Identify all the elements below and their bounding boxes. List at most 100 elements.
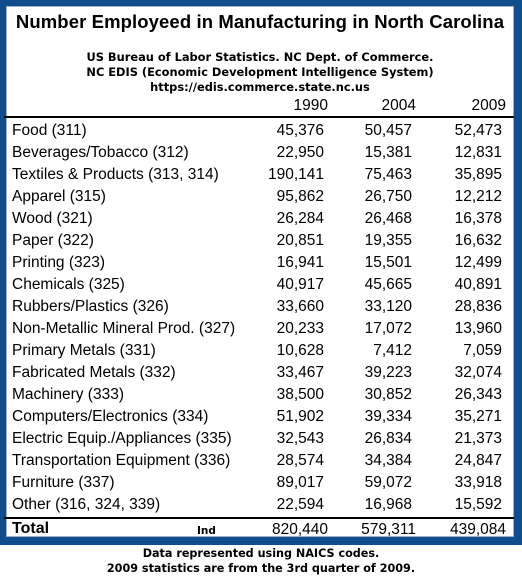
cell-2004: 39,334 (364, 408, 412, 425)
cell-1990: 45,376 (276, 122, 324, 139)
table-row: Non-Metallic Mineral Prod. (327) 20,233 17… (6, 318, 512, 340)
total-label: Total (12, 520, 50, 537)
cell-1990: 51,902 (276, 408, 324, 425)
cell-2004: 19,355 (364, 232, 412, 249)
cell-1990: 190,141 (267, 166, 324, 183)
cell-1990: 26,284 (276, 210, 324, 227)
cell-2009: 16,632 (454, 232, 502, 249)
table-row: Beverages/Tobacco (312) 22,950 15,381 12,83… (6, 142, 512, 164)
page-title: Number Employeed in Manufacturing in Nor… (15, 11, 505, 32)
cell-1990: 33,467 (276, 364, 324, 381)
row-label: Textiles & Products (313, 314) (12, 166, 219, 183)
table-frame: Number Employeed in Manufacturing in Nor… (0, 0, 522, 545)
cell-2004: 17,072 (364, 320, 412, 337)
cell-2009: 26,343 (454, 386, 502, 403)
table-row: Rubbers/Plastics (326) 33,660 33,120 28,836 (6, 296, 512, 318)
row-label: Other (316, 324, 339) (12, 496, 161, 513)
table-row: Apparel (315) 95,862 26,750 12,212 (6, 186, 512, 208)
table-row: Wood (321) 26,284 26,468 16,378 (6, 208, 512, 230)
cell-2009: 52,473 (454, 122, 502, 139)
cell-2004: 15,381 (364, 144, 412, 161)
total-1990: 820,440 (271, 521, 328, 538)
row-label: Fabricated Metals (332) (12, 364, 176, 381)
cell-1990: 20,851 (276, 232, 324, 249)
cell-2009: 35,271 (454, 408, 502, 425)
total-2009: 439,084 (449, 521, 506, 538)
table-row: Textiles & Products (313, 314) 190,141 75,… (6, 164, 512, 186)
row-label: Furniture (337) (12, 474, 115, 491)
cell-2009: 15,592 (454, 496, 502, 513)
table-body: Food (311) 45,376 50,457 52,473 Beverages/To… (6, 120, 512, 516)
total-row: Total Ind 820,440 579,311 439,084 (4, 517, 514, 541)
table-row: Chemicals (325) 40,917 45,665 40,891 (6, 274, 512, 296)
cell-2004: 50,457 (364, 122, 412, 139)
cell-2004: 34,384 (364, 452, 412, 469)
cell-2009: 12,831 (454, 144, 502, 161)
source-url: https://edis.commerce.state.nc.us (150, 80, 370, 94)
source-line: US Bureau of Labor Statistics. NC Dept. … (86, 50, 434, 64)
cell-2009: 35,895 (454, 166, 502, 183)
cell-2009: 28,836 (454, 298, 502, 315)
cell-2004: 26,750 (364, 188, 412, 205)
row-label: Non-Metallic Mineral Prod. (327) (12, 320, 236, 337)
row-label: Paper (322) (12, 232, 94, 249)
cell-2009: 12,499 (454, 254, 502, 271)
table-row: Fabricated Metals (332) 33,467 39,223 32,07… (6, 362, 512, 384)
cell-2009: 40,891 (454, 276, 502, 293)
row-label: Rubbers/Plastics (326) (12, 298, 169, 315)
row-label: Chemicals (325) (12, 276, 125, 293)
cell-2004: 30,852 (364, 386, 412, 403)
cell-2004: 26,468 (364, 210, 412, 227)
source-citation: US Bureau of Labor Statistics. NC Dept. … (7, 50, 513, 95)
cell-1990: 22,950 (276, 144, 324, 161)
cell-1990: 28,574 (276, 452, 324, 469)
row-label: Transportation Equipment (336) (12, 452, 231, 469)
cell-2009: 24,847 (454, 452, 502, 469)
cell-1990: 20,233 (276, 320, 324, 337)
table-row: Furniture (337) 89,017 59,072 33,918 (6, 472, 512, 494)
cell-2004: 16,968 (364, 496, 412, 513)
cell-2004: 45,665 (364, 276, 412, 293)
row-label: Primary Metals (331) (12, 342, 156, 359)
source-line: NC EDIS (Economic Development Intelligen… (86, 65, 434, 79)
column-header-2004: 2004 (381, 97, 416, 114)
cell-1990: 32,543 (276, 430, 324, 447)
cell-2009: 33,918 (454, 474, 502, 491)
column-header-1990: 1990 (293, 97, 328, 114)
table-row: Other (316, 324, 339) 22,594 16,968 15,592 (6, 494, 512, 516)
cell-2009: 12,212 (454, 188, 502, 205)
row-label: Food (311) (12, 122, 87, 139)
footnote: 2009 statistics are from the 3rd quarter… (106, 562, 416, 575)
cell-1990: 16,941 (276, 254, 324, 271)
table-row: Machinery (333) 38,500 30,852 26,343 (6, 384, 512, 406)
cell-2004: 26,834 (364, 430, 412, 447)
cell-2009: 13,960 (454, 320, 502, 337)
table-row: Electric Equip./Appliances (335) 32,543 26… (6, 428, 512, 450)
table-row: Printing (323) 16,941 15,501 12,499 (6, 252, 512, 274)
table-row: Transportation Equipment (336) 28,574 34,3… (6, 450, 512, 472)
cell-1990: 38,500 (276, 386, 324, 403)
row-label: Wood (321) (12, 210, 93, 227)
cell-1990: 33,660 (276, 298, 324, 315)
row-label: Electric Equip./Appliances (335) (12, 430, 232, 447)
cell-2004: 15,501 (364, 254, 412, 271)
cell-2009: 32,074 (454, 364, 502, 381)
cell-1990: 40,917 (276, 276, 324, 293)
row-label: Machinery (333) (12, 386, 124, 403)
row-label: Computers/Electronics (334) (12, 408, 209, 425)
cell-2004: 59,072 (364, 474, 412, 491)
cell-2009: 16,378 (454, 210, 502, 227)
cell-2004: 7,412 (373, 342, 412, 359)
table-row: Food (311) 45,376 50,457 52,473 (6, 120, 512, 142)
cell-1990: 89,017 (276, 474, 324, 491)
cell-1990: 95,862 (276, 188, 324, 205)
table-row: Primary Metals (331) 10,628 7,412 7,059 (6, 340, 512, 362)
cell-2009: 21,373 (454, 430, 502, 447)
table-header: 1990 2004 2009 (4, 96, 514, 118)
row-label: Beverages/Tobacco (312) (12, 144, 189, 161)
footnotes: Data represented using NAICS codes. 2009… (0, 546, 522, 576)
row-label: Apparel (315) (12, 188, 106, 205)
cell-2009: 7,059 (463, 342, 502, 359)
row-label: Printing (323) (12, 254, 106, 271)
footnote: Data represented using NAICS codes. (142, 547, 380, 560)
